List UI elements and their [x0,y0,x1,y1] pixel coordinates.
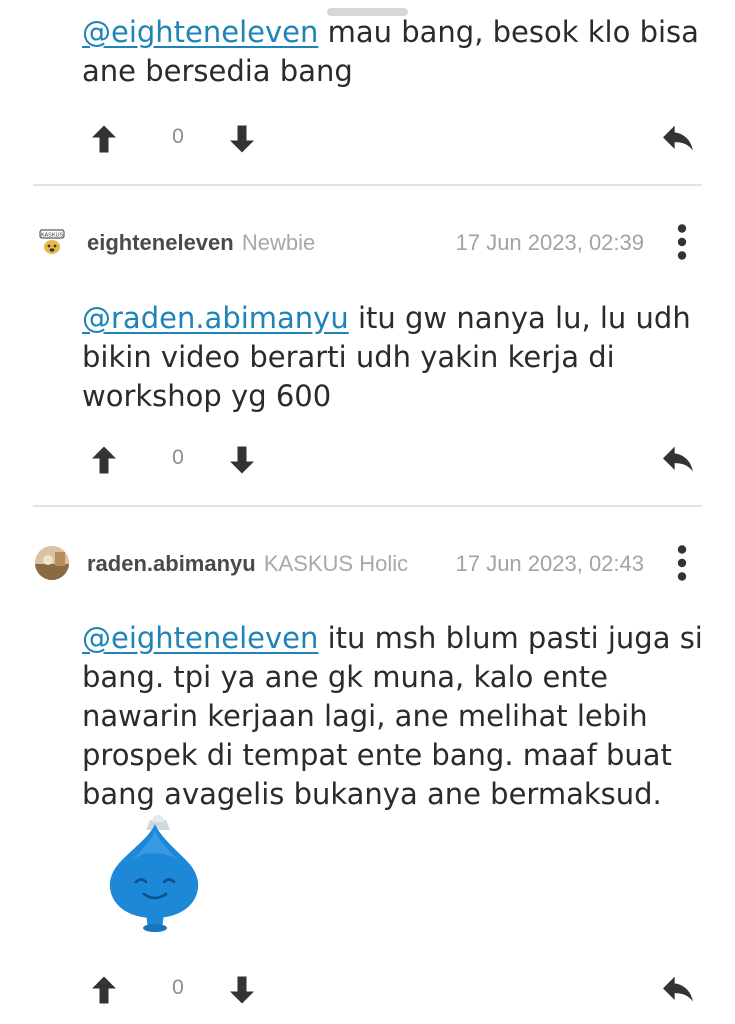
post-1-text-line1: mau bang, besok klo bisa [318,19,699,49]
svg-text:KASKUS: KASKUS [41,233,64,239]
post-3-mention-link[interactable]: @eighteneleven [82,621,318,655]
reply-icon[interactable] [658,119,698,159]
post-3-body: @eighteneleven itu msh blum pasti juga s… [82,619,712,814]
post-1-mention-link[interactable]: @eighteneleven [82,19,318,49]
post-3-actions: 0 [0,964,735,1014]
post-2-mention-link[interactable]: @raden.abimanyu [82,301,349,335]
sheet-drag-handle[interactable] [327,8,408,16]
post-divider [33,505,702,507]
arrow-up-icon[interactable] [86,972,122,1008]
arrow-up-icon[interactable] [86,121,122,157]
post-2-header: KASKUS eighteneleven Newbie 17 Jun 2023,… [0,221,735,265]
post-1-body: @eighteneleven mau bang, besok klo bisa … [82,19,712,91]
post-1-text-line2: ane bersedia bang [82,54,353,88]
avatar[interactable] [35,546,69,580]
post-3-header: raden.abimanyu KASKUS Holic 17 Jun 2023,… [0,542,735,586]
post-2-actions: 0 [0,434,735,484]
post-3-username[interactable]: raden.abimanyu KASKUS Holic [87,551,408,577]
username-text[interactable]: raden.abimanyu [87,551,256,576]
reply-icon[interactable] [658,440,698,480]
reply-icon[interactable] [658,970,698,1010]
post-divider [33,184,702,186]
post-2-timestamp: 17 Jun 2023, 02:39 [455,230,644,255]
avatar[interactable]: KASKUS [35,225,69,259]
post-1-actions: 0 [0,113,735,163]
arrow-up-icon[interactable] [86,442,122,478]
post-2-username[interactable]: eighteneleven Newbie [87,230,315,256]
post-1-vote-count: 0 [172,125,184,148]
user-rank: Newbie [241,230,316,255]
post-3-timestamp: 17 Jun 2023, 02:43 [455,551,644,576]
kaskus-dog-avatar-icon: KASKUS [39,229,65,254]
post-2-body: @raden.abimanyu itu gw nanya lu, lu udh … [82,299,712,416]
user-rank: KASKUS Holic [263,551,409,576]
more-vertical-icon[interactable] [664,542,700,584]
arrow-down-icon[interactable] [224,972,260,1008]
more-vertical-icon[interactable] [664,221,700,263]
blue-drop-emoticon-icon [109,815,199,932]
user-photo-avatar-icon [35,546,69,580]
post-2-vote-count: 0 [172,446,184,469]
arrow-down-icon[interactable] [224,121,260,157]
username-text[interactable]: eighteneleven [87,230,234,255]
post-3-vote-count: 0 [172,976,184,999]
arrow-down-icon[interactable] [224,442,260,478]
